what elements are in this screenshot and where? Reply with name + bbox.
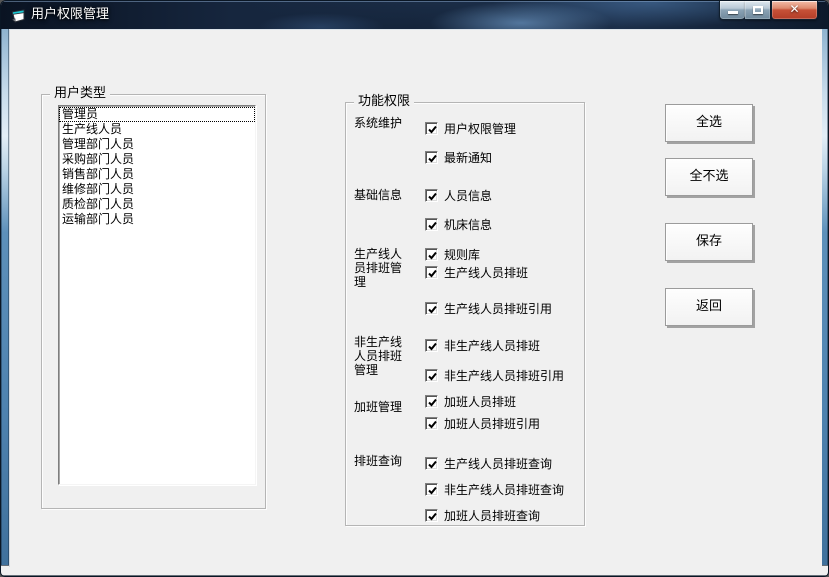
function-permission-groupbox: 功能权限 系统维护 用户权限管理 最新通知基础信息 人员信息机床信息生产线人员排班管理… bbox=[345, 95, 585, 526]
permission-section-label: 基础信息 bbox=[354, 188, 403, 202]
list-item[interactable]: 管理员 bbox=[59, 107, 255, 122]
checkbox[interactable] bbox=[425, 266, 438, 279]
close-button[interactable]: ✕ bbox=[771, 1, 818, 20]
deselect-all-button[interactable]: 全不选 bbox=[665, 158, 753, 196]
user-permission-window: 用户权限管理 ✕ 用户类型 管理员 生产线人员 管理部门人员 采购部门人员 销售部门人员… bbox=[0, 0, 829, 577]
checkbox-label: 生产线人员排班 bbox=[444, 266, 529, 280]
user-type-groupbox: 用户类型 管理员 生产线人员 管理部门人员 采购部门人员 销售部门人员 维修部门人员 质检部… bbox=[41, 87, 266, 509]
checkbox[interactable] bbox=[425, 302, 438, 315]
minimize-icon bbox=[727, 11, 738, 14]
list-item[interactable]: 运输部门人员 bbox=[59, 212, 255, 227]
checkbox-label: 非生产线人员排班引用 bbox=[444, 369, 565, 383]
checkbox[interactable] bbox=[425, 369, 438, 382]
permission-row: 生产线人员排班查询 bbox=[425, 456, 552, 471]
titlebar: 用户权限管理 ✕ bbox=[1, 1, 828, 29]
checkbox-label: 用户权限管理 bbox=[444, 122, 517, 136]
list-item[interactable]: 维修部门人员 bbox=[59, 182, 255, 197]
checkbox[interactable] bbox=[425, 189, 438, 202]
checkbox[interactable] bbox=[425, 248, 438, 261]
permission-row: 非生产线人员排班引用 bbox=[425, 368, 564, 383]
list-item[interactable]: 采购部门人员 bbox=[59, 152, 255, 167]
checkbox-label: 规则库 bbox=[444, 248, 481, 262]
permission-row: 规则库 bbox=[425, 247, 480, 262]
list-item[interactable]: 质检部门人员 bbox=[59, 197, 255, 212]
checkbox-label: 生产线人员排班引用 bbox=[444, 302, 553, 316]
minimize-button[interactable] bbox=[719, 1, 745, 20]
permission-row: 机床信息 bbox=[425, 217, 492, 232]
checkbox[interactable] bbox=[425, 483, 438, 496]
checkbox[interactable] bbox=[425, 339, 438, 352]
return-button[interactable]: 返回 bbox=[665, 288, 753, 326]
function-permission-group-label: 功能权限 bbox=[354, 95, 415, 109]
permission-section-label: 非生产线人员排班管理 bbox=[354, 335, 403, 377]
checkbox-label: 机床信息 bbox=[444, 218, 493, 232]
caption-buttons: ✕ bbox=[719, 1, 818, 20]
list-item[interactable]: 管理部门人员 bbox=[59, 137, 255, 152]
permission-row: 非生产线人员排班 bbox=[425, 338, 540, 353]
checkbox-label: 生产线人员排班查询 bbox=[444, 457, 553, 471]
permission-section-label: 加班管理 bbox=[354, 400, 403, 414]
permission-row: 生产线人员排班 bbox=[425, 265, 528, 280]
window-frame-left bbox=[1, 29, 9, 565]
permission-row: 用户权限管理 bbox=[425, 121, 516, 136]
client-area: 用户类型 管理员 生产线人员 管理部门人员 采购部门人员 销售部门人员 维修部门人员 质检部… bbox=[9, 29, 822, 567]
checkbox-label: 非生产线人员排班查询 bbox=[444, 483, 565, 497]
close-icon: ✕ bbox=[789, 2, 800, 16]
checkbox[interactable] bbox=[425, 218, 438, 231]
permission-row: 加班人员排班引用 bbox=[425, 416, 540, 431]
list-item[interactable]: 销售部门人员 bbox=[59, 167, 255, 182]
select-all-button[interactable]: 全选 bbox=[665, 104, 753, 142]
permission-section-label: 排班查询 bbox=[354, 454, 403, 468]
permission-row: 加班人员排班 bbox=[425, 394, 516, 409]
permission-section-label: 生产线人员排班管理 bbox=[354, 247, 403, 289]
checkbox-label: 人员信息 bbox=[444, 189, 493, 203]
permission-section-label: 系统维护 bbox=[354, 116, 403, 130]
permission-row: 最新通知 bbox=[425, 150, 492, 165]
permission-row: 人员信息 bbox=[425, 188, 492, 203]
checkbox-label: 最新通知 bbox=[444, 151, 493, 165]
permission-row: 加班人员排班查询 bbox=[425, 508, 540, 523]
permission-row: 非生产线人员排班查询 bbox=[425, 482, 564, 497]
checkbox-label: 加班人员排班引用 bbox=[444, 417, 541, 431]
checkbox-label: 非生产线人员排班 bbox=[444, 339, 541, 353]
list-item[interactable]: 生产线人员 bbox=[59, 122, 255, 137]
user-type-group-label: 用户类型 bbox=[50, 87, 111, 101]
maximize-button[interactable] bbox=[745, 1, 771, 20]
checkbox[interactable] bbox=[425, 457, 438, 470]
checkbox[interactable] bbox=[425, 509, 438, 522]
checkbox[interactable] bbox=[425, 395, 438, 408]
maximize-icon bbox=[752, 6, 763, 14]
form-icon bbox=[10, 8, 26, 23]
checkbox[interactable] bbox=[425, 122, 438, 135]
permission-row: 生产线人员排班引用 bbox=[425, 301, 552, 316]
checkbox-label: 加班人员排班 bbox=[444, 395, 517, 409]
checkbox[interactable] bbox=[425, 151, 438, 164]
save-button[interactable]: 保存 bbox=[665, 223, 753, 261]
window-title: 用户权限管理 bbox=[31, 7, 110, 22]
user-type-listbox[interactable]: 管理员 生产线人员 管理部门人员 采购部门人员 销售部门人员 维修部门人员 质检部门人员 运输… bbox=[58, 105, 256, 485]
checkbox-label: 加班人员排班查询 bbox=[444, 509, 541, 523]
checkbox[interactable] bbox=[425, 417, 438, 430]
